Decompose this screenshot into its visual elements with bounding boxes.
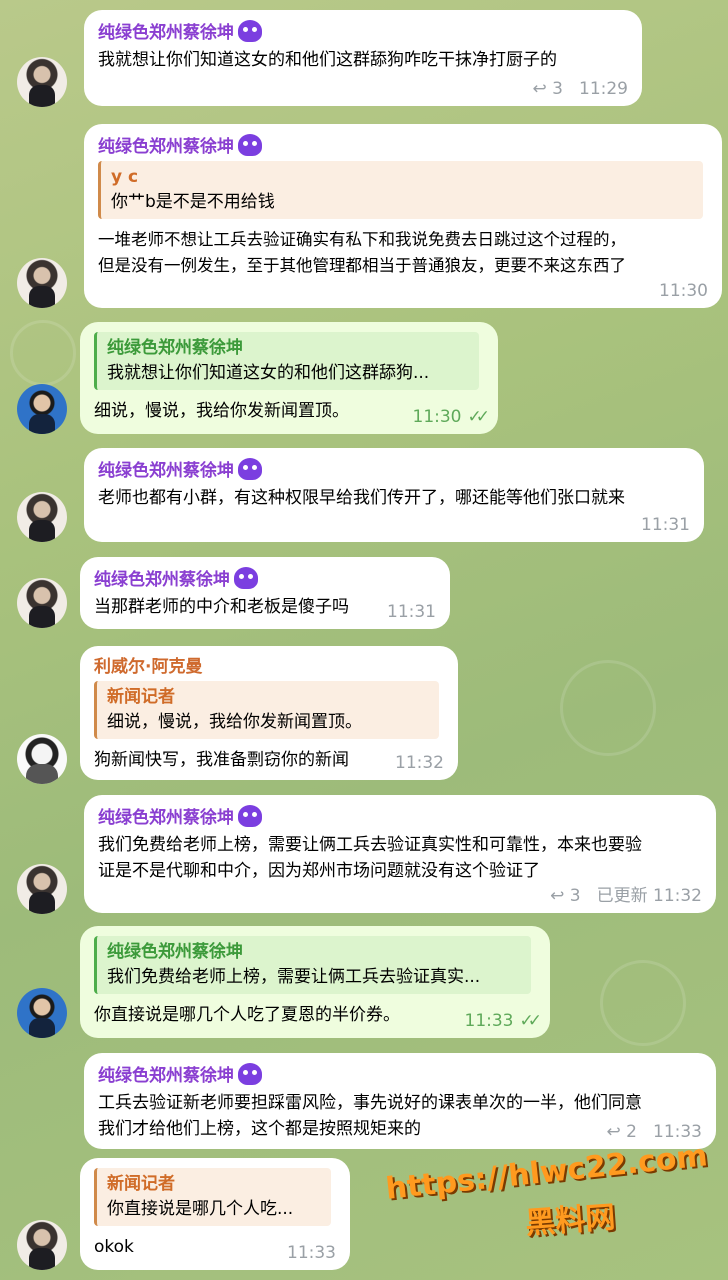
message-meta: 11:30 ✓✓ xyxy=(412,407,490,427)
quote-sender: 纯绿色郑州蔡徐坤 xyxy=(107,338,243,358)
reply-quote[interactable]: 纯绿色郑州蔡徐坤 我们免费给老师上榜，需要让俩工兵去验证真实... xyxy=(94,936,531,994)
ghost-emoji-icon xyxy=(238,1063,262,1085)
message-bubble[interactable]: 纯绿色郑州蔡徐坤 我们免费给老师上榜，需要让俩工兵去验证真实性和可靠性，本来也要… xyxy=(84,795,716,913)
message-meta: ↩ 3 已更新 11:32 xyxy=(550,881,702,906)
ghost-emoji-icon xyxy=(238,805,262,827)
quote-text: 细说，慢说，我给你发新闻置顶。 xyxy=(107,712,362,732)
message-bubble[interactable]: 纯绿色郑州蔡徐坤 当那群老师的中介和老板是傻子吗 11:31 xyxy=(80,557,450,629)
watermark: https://hlwc22.com 黑料网 xyxy=(384,1138,709,1241)
ghost-emoji-icon xyxy=(234,567,258,589)
sender-name[interactable]: 纯绿色郑州蔡徐坤 xyxy=(98,805,702,829)
message-bubble[interactable]: 纯绿色郑州蔡徐坤 我们免费给老师上榜，需要让俩工兵去验证真实... 你直接说是哪… xyxy=(80,926,550,1038)
quote-text: 我们免费给老师上榜，需要让俩工兵去验证真实... xyxy=(107,967,481,987)
message-time: 11:29 xyxy=(579,79,628,99)
message-time: 11:31 xyxy=(641,515,690,535)
message-meta: ↩ 3 11:29 xyxy=(533,79,628,99)
own-avatar[interactable] xyxy=(17,988,67,1038)
quote-sender: 新闻记者 xyxy=(107,687,175,707)
quote-sender: y c xyxy=(111,167,139,187)
sender-avatar[interactable] xyxy=(17,1220,67,1270)
sender-name[interactable]: 纯绿色郑州蔡徐坤 xyxy=(98,458,690,482)
sender-avatar[interactable] xyxy=(17,57,67,107)
message-bubble[interactable]: 纯绿色郑州蔡徐坤 我就想让你们知道这女的和他们这群舔狗咋吃干抹净打厨子的 ↩ 3… xyxy=(84,10,642,106)
sender-name[interactable]: 利威尔·阿克曼 xyxy=(94,656,444,678)
sender-avatar[interactable] xyxy=(17,864,67,914)
message-time: 11:30 xyxy=(659,281,708,301)
message-text: 一堆老师不想让工兵去验证确实有私下和我说免费去日跳过这个过程的， 但是没有一例发… xyxy=(98,230,626,275)
background-doodle xyxy=(600,960,686,1046)
sender-name[interactable]: 纯绿色郑州蔡徐坤 xyxy=(98,1063,702,1087)
sender-name[interactable]: 纯绿色郑州蔡徐坤 xyxy=(94,567,436,591)
reply-quote[interactable]: 新闻记者 细说，慢说，我给你发新闻置顶。 xyxy=(94,681,439,739)
reply-quote[interactable]: 纯绿色郑州蔡徐坤 我就想让你们知道这女的和他们这群舔狗... xyxy=(94,332,479,390)
quote-sender: 纯绿色郑州蔡徐坤 xyxy=(107,942,243,962)
reply-quote[interactable]: y c 你艹b是不是不用给钱 xyxy=(98,161,703,219)
own-avatar[interactable] xyxy=(17,384,67,434)
message-text: 我就想让你们知道这女的和他们这群舔狗咋吃干抹净打厨子的 xyxy=(98,50,557,70)
read-check-icon: ✓✓ xyxy=(467,407,490,427)
message-text: 老师也都有小群，有这种权限早给我们传开了，哪还能等他们张口就来 xyxy=(98,488,625,508)
sender-name[interactable]: 纯绿色郑州蔡徐坤 xyxy=(98,134,708,158)
reply-count[interactable]: ↩ 2 xyxy=(607,1122,637,1142)
message-time: 已更新 11:32 xyxy=(596,886,702,906)
message-time: 11:30 xyxy=(412,407,462,427)
reply-quote[interactable]: 新闻记者 你直接说是哪几个人吃... xyxy=(94,1168,331,1226)
message-text: 狗新闻快写，我准备剽窃你的新闻 xyxy=(94,750,349,770)
message-bubble[interactable]: 新闻记者 你直接说是哪几个人吃... okok 11:33 xyxy=(80,1158,350,1270)
message-bubble[interactable]: 纯绿色郑州蔡徐坤 y c 你艹b是不是不用给钱 一堆老师不想让工兵去验证确实有私… xyxy=(84,124,722,308)
background-doodle xyxy=(560,660,656,756)
ghost-emoji-icon xyxy=(238,458,262,480)
background-doodle xyxy=(10,320,76,386)
watermark-name: 黑料网 xyxy=(524,1200,617,1242)
message-time: 11:31 xyxy=(387,602,436,622)
message-bubble[interactable]: 纯绿色郑州蔡徐坤 工兵去验证新老师要担踩雷风险，事先说好的课表单次的一半，他们同… xyxy=(84,1053,716,1149)
sender-avatar[interactable] xyxy=(17,492,67,542)
reply-count[interactable]: ↩ 3 xyxy=(550,886,580,906)
sender-name[interactable]: 纯绿色郑州蔡徐坤 xyxy=(98,20,628,44)
message-time: 11:33 xyxy=(464,1011,514,1031)
ghost-emoji-icon xyxy=(238,20,262,42)
quote-text: 你艹b是不是不用给钱 xyxy=(111,192,275,212)
read-check-icon: ✓✓ xyxy=(519,1011,542,1031)
message-bubble[interactable]: 纯绿色郑州蔡徐坤 我就想让你们知道这女的和他们这群舔狗... 细说，慢说，我给你… xyxy=(80,322,498,434)
message-bubble[interactable]: 利威尔·阿克曼 新闻记者 细说，慢说，我给你发新闻置顶。 狗新闻快写，我准备剽窃… xyxy=(80,646,458,780)
quote-sender: 新闻记者 xyxy=(107,1174,175,1194)
message-time: 11:33 xyxy=(287,1243,336,1263)
sender-avatar[interactable] xyxy=(17,578,67,628)
sender-avatar[interactable] xyxy=(17,258,67,308)
quote-text: 我就想让你们知道这女的和他们这群舔狗... xyxy=(107,363,430,383)
message-text: 当那群老师的中介和老板是傻子吗 xyxy=(94,597,349,617)
quote-text: 你直接说是哪几个人吃... xyxy=(107,1199,294,1219)
message-time: 11:32 xyxy=(395,753,444,773)
message-text: 我们免费给老师上榜，需要让俩工兵去验证真实性和可靠性，本来也要验 证是不是代聊和… xyxy=(98,835,642,881)
sender-avatar[interactable] xyxy=(17,734,67,784)
ghost-emoji-icon xyxy=(238,134,262,156)
reply-count[interactable]: ↩ 3 xyxy=(533,79,563,99)
message-bubble[interactable]: 纯绿色郑州蔡徐坤 老师也都有小群，有这种权限早给我们传开了，哪还能等他们张口就来… xyxy=(84,448,704,542)
message-meta: 11:33 ✓✓ xyxy=(464,1011,542,1031)
